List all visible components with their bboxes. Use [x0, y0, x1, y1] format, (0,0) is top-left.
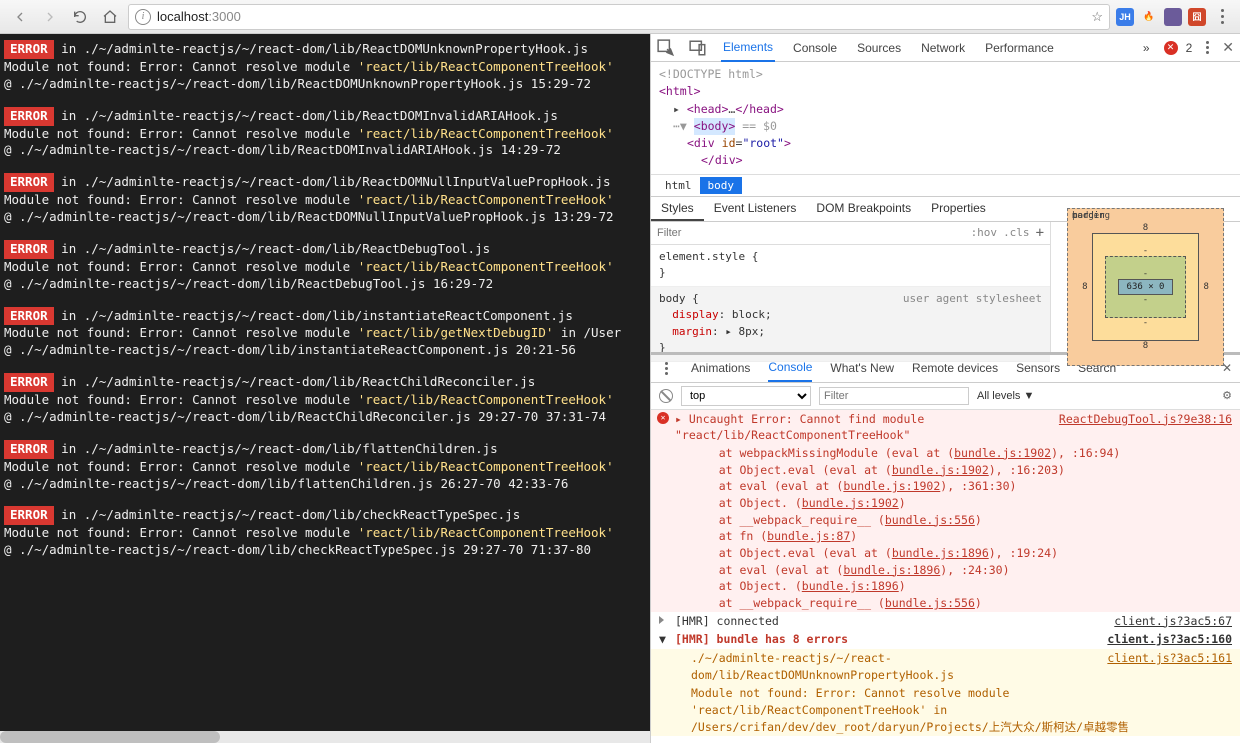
devtools-tab-console[interactable]: Console [791, 34, 839, 62]
forward-button[interactable] [38, 5, 62, 29]
console-error-row: ✕ ▸ Uncaught Error: Cannot find module "… [651, 410, 1240, 445]
box-model-content: 636 × 0 [1118, 279, 1174, 295]
webpack-error-overlay: ERROR in ./~/adminlte-reactjs/~/react-do… [0, 34, 650, 743]
hov-toggle[interactable]: :hov [971, 226, 998, 239]
drawer-tab-what-s-new[interactable]: What's New [830, 361, 894, 375]
dom-breadcrumb[interactable]: html body [651, 174, 1240, 196]
extension-fire[interactable]: 🔥 [1140, 8, 1158, 26]
address-bar[interactable]: i localhost:3000 ☆ [128, 4, 1110, 30]
error-source-link[interactable]: ReactDebugTool.js?9e38:16 [1059, 411, 1232, 444]
drawer-tab-animations[interactable]: Animations [691, 361, 750, 375]
chrome-menu-button[interactable] [1212, 9, 1232, 24]
expand-icon[interactable] [659, 616, 664, 624]
html-open: <html> [659, 84, 701, 98]
cls-toggle[interactable]: .cls [1003, 226, 1030, 239]
inspect-element-icon[interactable] [657, 39, 675, 57]
console-levels[interactable]: All levels ▼ [977, 390, 1034, 402]
more-tabs-icon[interactable]: » [1143, 41, 1150, 55]
error-icon: ✕ [657, 412, 669, 424]
stack-frame[interactable]: at Object.eval (eval at (bundle.js:1902)… [651, 462, 1240, 479]
styles-tab-styles[interactable]: Styles [651, 197, 704, 221]
new-rule-icon[interactable]: + [1036, 225, 1044, 241]
dom-tree[interactable]: <!DOCTYPE html> <html> ▸ <head>…</head> … [651, 62, 1240, 174]
devtools-tab-network[interactable]: Network [919, 34, 967, 62]
console-output[interactable]: ✕ ▸ Uncaught Error: Cannot find module "… [651, 410, 1240, 743]
styles-filter-input[interactable] [657, 227, 965, 239]
bookmark-star-icon[interactable]: ☆ [1091, 9, 1103, 25]
error-count: 2 [1186, 41, 1193, 55]
drawer-tab-console[interactable]: Console [768, 354, 812, 382]
extension-purple[interactable] [1164, 8, 1182, 26]
breadcrumb-body[interactable]: body [700, 177, 743, 194]
stack-frame[interactable]: at Object. (bundle.js:1902) [651, 495, 1240, 512]
stack-frame[interactable]: at Object. (bundle.js:1896) [651, 578, 1240, 595]
devtools-tab-performance[interactable]: Performance [983, 34, 1056, 62]
doctype-node: <!DOCTYPE html> [659, 66, 1232, 83]
devtools-menu-icon[interactable] [1200, 41, 1214, 54]
home-button[interactable] [98, 5, 122, 29]
box-model[interactable]: margin8 8 border- padding- 636 × 0 - - 8… [1050, 222, 1240, 352]
styles-pane: :hov .cls + element.style { } user agent… [651, 222, 1050, 352]
elements-panel: <!DOCTYPE html> <html> ▸ <head>…</head> … [651, 62, 1240, 352]
stack-frame[interactable]: at fn (bundle.js:87) [651, 528, 1240, 545]
hmr-detail-link[interactable]: client.js?3ac5:161 [1107, 650, 1232, 683]
hmr-detail-row: ./~/adminlte-reactjs/~/react-dom/lib/Rea… [651, 649, 1240, 684]
extension-icons: JH 🔥 囧 [1116, 8, 1206, 26]
console-settings-icon[interactable]: ⚙ [1222, 389, 1232, 402]
body-node-selected[interactable]: <body> [694, 118, 736, 135]
styles-tab-event-listeners[interactable]: Event Listeners [704, 197, 807, 221]
div-root-node[interactable]: <div id="root"> [687, 136, 791, 150]
url-host: localhost [157, 9, 208, 24]
stack-frame[interactable]: at __webpack_require__ (bundle.js:556) [651, 512, 1240, 529]
head-node[interactable]: ▸ <head>…</head> [673, 102, 784, 116]
drawer-tab-sensors[interactable]: Sensors [1016, 361, 1060, 375]
device-toggle-icon[interactable] [689, 39, 707, 57]
console-context-select[interactable]: top [681, 386, 811, 406]
devtools-tab-elements[interactable]: Elements [721, 34, 775, 62]
clear-console-icon[interactable] [659, 389, 673, 403]
scrollbar-thumb[interactable] [0, 731, 220, 743]
hmr-detail-row2: Module not found: Error: Cannot resolve … [651, 684, 1240, 736]
back-button[interactable] [8, 5, 32, 29]
drawer-tab-remote-devices[interactable]: Remote devices [912, 361, 998, 375]
styles-tab-dom-breakpoints[interactable]: DOM Breakpoints [806, 197, 921, 221]
devtools-toolbar: Elements Console Sources Network Performance… [651, 34, 1240, 62]
console-filter-bar: top All levels ▼ ⚙ [651, 383, 1240, 410]
extension-jh[interactable]: JH [1116, 8, 1134, 26]
horizontal-scrollbar[interactable] [0, 731, 650, 743]
hmr-connected-row: [HMR] connected client.js?3ac5:67 [651, 612, 1240, 631]
hmr-link[interactable]: client.js?3ac5:67 [1114, 613, 1232, 630]
breadcrumb-html[interactable]: html [657, 177, 700, 194]
reload-button[interactable] [68, 5, 92, 29]
styles-filter-row: :hov .cls + [651, 222, 1050, 245]
devtools-panel: Elements Console Sources Network Performance… [650, 34, 1240, 743]
browser-toolbar: i localhost:3000 ☆ JH 🔥 囧 [0, 0, 1240, 34]
devtools-tab-sources[interactable]: Sources [855, 34, 903, 62]
body-ua-rule[interactable]: user agent stylesheet body { display: bl… [651, 287, 1050, 362]
styles-tab-properties[interactable]: Properties [921, 197, 996, 221]
devtools-close-icon[interactable]: ✕ [1222, 39, 1234, 56]
hmr-errors-row: ▼ [HMR] bundle has 8 errors client.js?3a… [651, 630, 1240, 649]
drawer-menu-icon[interactable] [659, 362, 673, 375]
site-info-icon[interactable]: i [135, 9, 151, 25]
stack-frame[interactable]: at __webpack_require__ (bundle.js:556) [651, 595, 1240, 612]
console-filter-input[interactable] [819, 387, 969, 405]
stack-frame[interactable]: at webpackMissingModule (eval at (bundle… [651, 445, 1240, 462]
devtools-drawer: Animations Console What's New Remote device… [651, 352, 1240, 743]
hmr-err-link[interactable]: client.js?3ac5:160 [1107, 631, 1232, 648]
url-port: :3000 [208, 9, 241, 24]
devtools-tabs: Elements Console Sources Network Performance [721, 34, 1129, 62]
error-count-badge[interactable]: ✕ [1164, 41, 1178, 55]
stack-frame[interactable]: at eval (eval at (bundle.js:1896), :24:3… [651, 562, 1240, 579]
div-close: </div> [701, 153, 743, 167]
element-style-rule[interactable]: element.style { } [651, 245, 1050, 287]
extension-red[interactable]: 囧 [1188, 8, 1206, 26]
stack-frame[interactable]: at eval (eval at (bundle.js:1902), :361:… [651, 478, 1240, 495]
stack-frame[interactable]: at Object.eval (eval at (bundle.js:1896)… [651, 545, 1240, 562]
